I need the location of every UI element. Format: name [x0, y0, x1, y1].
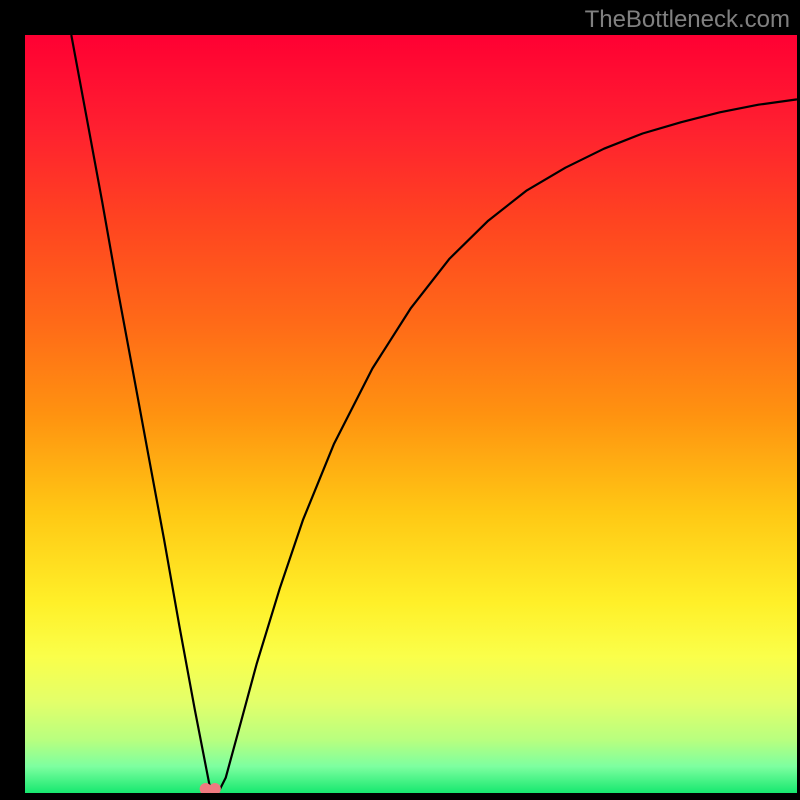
watermark-text: TheBottleneck.com: [585, 6, 790, 34]
optimal-point-marker: [209, 783, 221, 795]
bottleneck-chart: [0, 0, 800, 800]
